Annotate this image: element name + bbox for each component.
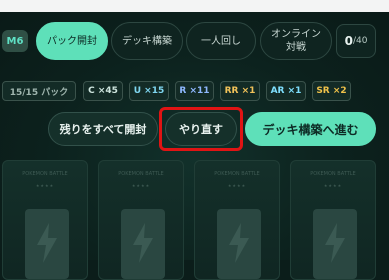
card-name: POKEMON BATTLE (118, 171, 164, 177)
rarity-summary: 15/15 パック C ×45 U ×15 R ×11 RR ×1 AR ×1 … (0, 81, 389, 101)
tab-online-battle[interactable]: オンライン対戦 (260, 22, 332, 60)
open-all-button[interactable]: 残りをすべて開封 (48, 112, 158, 146)
card-back-art (25, 209, 69, 279)
lightning-icon (325, 223, 345, 263)
card-name: POKEMON BATTLE (214, 171, 260, 177)
redo-highlight-outline (159, 107, 243, 151)
card-rarity: ★★★★ (227, 183, 247, 188)
tab-deck-building[interactable]: デッキ構築 (111, 22, 183, 60)
proceed-to-deck-button[interactable]: デッキ構築へ進む (245, 112, 376, 146)
browser-top-strip (0, 0, 389, 12)
card-rarity: ★★★★ (35, 183, 55, 188)
set-badge[interactable]: M6 (2, 30, 28, 52)
card-rarity: ★★★★ (323, 183, 343, 188)
chip-double-rare: RR ×1 (220, 81, 260, 101)
chip-uncommon: U ×15 (129, 81, 169, 101)
chip-packs: 15/15 パック (2, 81, 76, 101)
chip-rare: R ×11 (175, 81, 214, 101)
deck-count-max: /40 (352, 36, 368, 46)
lightning-icon (133, 223, 153, 263)
card-slot[interactable]: POKEMON BATTLE ★★★★ (194, 160, 280, 280)
card-back-art (217, 209, 261, 279)
tab-pack-opening[interactable]: パック開封 (36, 22, 108, 60)
chip-super-rare: SR ×2 (312, 81, 351, 101)
top-nav: M6 パック開封 デッキ構築 一人回し オンライン対戦 0 /40 (0, 22, 389, 60)
lightning-icon (229, 223, 249, 263)
card-slot[interactable]: POKEMON BATTLE ★★★★ (98, 160, 184, 280)
lightning-icon (37, 223, 57, 263)
chip-common: C ×45 (83, 81, 123, 101)
pack-opening-app: M6 パック開封 デッキ構築 一人回し オンライン対戦 0 /40 15/15 … (0, 12, 389, 280)
card-rarity: ★★★★ (131, 183, 151, 188)
card-name: POKEMON BATTLE (310, 171, 356, 177)
card-name: POKEMON BATTLE (22, 171, 68, 177)
tab-online-battle-label: オンライン対戦 (271, 29, 321, 53)
card-slot[interactable]: POKEMON BATTLE ★★★★ (2, 160, 88, 280)
chip-art-rare: AR ×1 (266, 81, 306, 101)
card-back-art (121, 209, 165, 279)
card-back-art (313, 209, 357, 279)
deck-count: 0 /40 (336, 24, 376, 58)
deck-count-value: 0 (344, 34, 353, 48)
tab-solo-play[interactable]: 一人回し (186, 22, 256, 60)
card-slot[interactable]: POKEMON BATTLE ★★★★ (290, 160, 376, 280)
